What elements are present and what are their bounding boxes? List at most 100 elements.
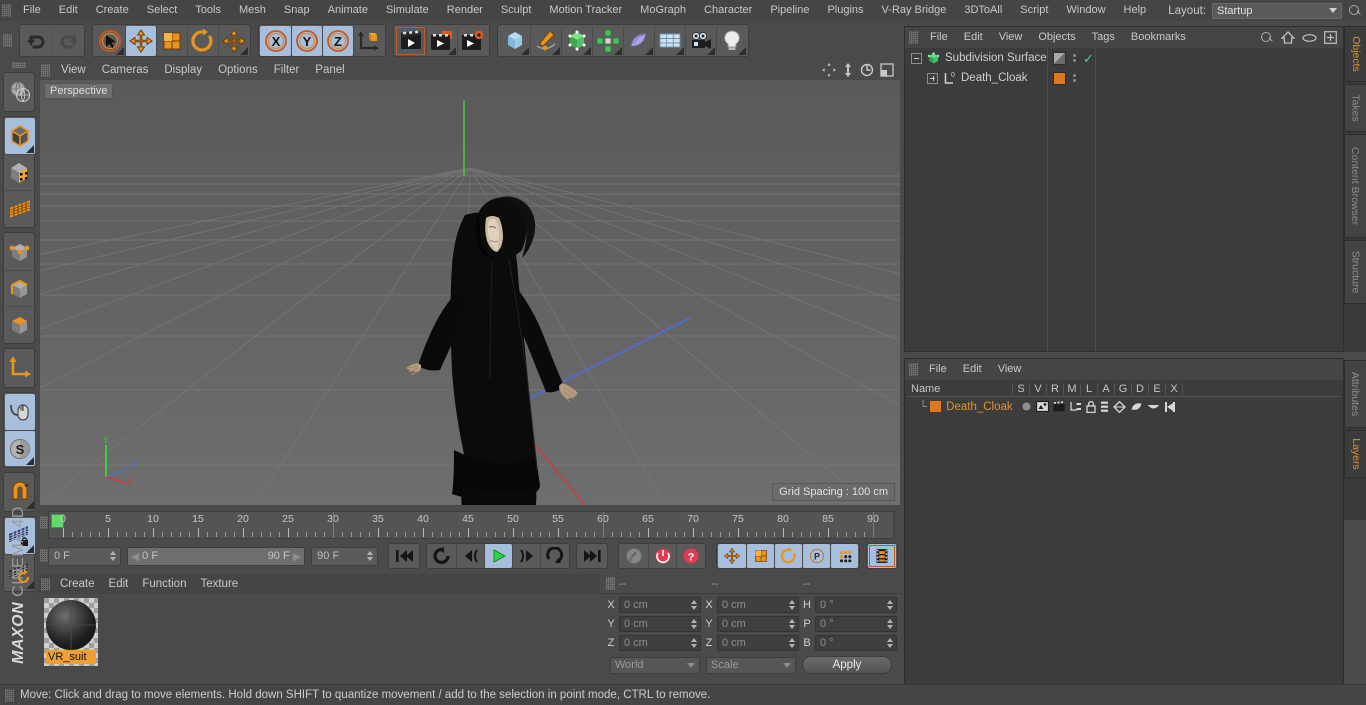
position-key-button[interactable] — [718, 544, 746, 568]
visible-icon[interactable] — [1035, 401, 1049, 412]
add-layer-icon[interactable] — [1324, 31, 1337, 44]
texture-mode-button[interactable] — [5, 154, 35, 190]
rotation-h-stepper[interactable] — [886, 599, 894, 612]
lock-y-axis[interactable]: Y — [291, 25, 322, 56]
xref-icon[interactable] — [1164, 401, 1176, 413]
rotate-view-icon[interactable] — [860, 63, 874, 77]
go-to-start-button[interactable] — [390, 544, 418, 568]
size-y-stepper[interactable] — [788, 618, 796, 631]
soft-selection-button[interactable]: S — [5, 430, 35, 466]
menu-item-3dtoall[interactable]: 3DToAll — [955, 0, 1011, 21]
add-array-object[interactable] — [592, 25, 623, 56]
play-backwards-button[interactable] — [428, 544, 456, 568]
position-x-stepper[interactable] — [690, 599, 698, 612]
render-picture-viewer-button[interactable] — [426, 25, 457, 56]
move-view-icon[interactable] — [822, 63, 836, 77]
add-deformer[interactable] — [623, 25, 654, 56]
timeline-mode-button[interactable] — [868, 544, 896, 568]
menu-item-plugins[interactable]: Plugins — [818, 0, 872, 21]
object-menu-file[interactable]: File — [923, 27, 955, 48]
lock-z-axis[interactable]: Z — [322, 25, 353, 56]
move-tool[interactable] — [125, 25, 156, 56]
solo-dot-icon[interactable] — [1021, 401, 1032, 412]
size-z-stepper[interactable] — [788, 637, 796, 650]
point-mode-button[interactable] — [5, 234, 35, 270]
expression-icon[interactable] — [1147, 402, 1160, 412]
rotation-b-stepper[interactable] — [886, 637, 894, 650]
move-extra-tool[interactable] — [218, 25, 249, 56]
rotate-tool[interactable] — [187, 25, 218, 56]
size-y-field[interactable]: 0 cm — [717, 616, 799, 632]
enable-snap-button[interactable] — [5, 394, 35, 430]
expander-plus-icon[interactable] — [927, 72, 938, 84]
expander-minus-icon[interactable] — [911, 52, 922, 64]
eye-icon[interactable] — [1302, 33, 1317, 43]
tab-layers[interactable]: Layers — [1344, 430, 1366, 478]
lock-icon[interactable] — [1085, 400, 1096, 413]
menu-item-pipeline[interactable]: Pipeline — [761, 0, 818, 21]
model-mode-button[interactable] — [5, 118, 35, 154]
layer-column-v[interactable]: V — [1030, 383, 1047, 395]
layer-column-r[interactable]: R — [1047, 383, 1064, 395]
param-key-button[interactable]: P — [802, 544, 830, 568]
coordinate-system-dropdown[interactable]: World — [610, 656, 700, 674]
timeline-ruler[interactable]: 051015202530354045505560657075808590 — [48, 511, 894, 539]
rotation-b-field[interactable]: 0 ° — [815, 635, 897, 651]
left-toolbar-gripper[interactable] — [12, 62, 26, 68]
menu-item-help[interactable]: Help — [1115, 0, 1156, 21]
layer-column-s[interactable]: S — [1013, 383, 1030, 395]
viewport-menu-display[interactable]: Display — [156, 60, 210, 80]
current-frame-stepper[interactable] — [109, 550, 117, 563]
live-selection-tool[interactable] — [94, 26, 125, 56]
viewport-menu-view[interactable]: View — [53, 60, 94, 80]
toolbar-gripper[interactable] — [3, 34, 12, 47]
scale-key-button[interactable] — [746, 544, 774, 568]
size-x-field[interactable]: 0 cm — [717, 597, 799, 613]
play-loop-button[interactable] — [540, 544, 568, 568]
object-menu-view[interactable]: View — [992, 27, 1030, 48]
step-forward-button[interactable] — [512, 544, 540, 568]
layer-column-m[interactable]: M — [1064, 383, 1081, 395]
position-x-field[interactable]: 0 cm — [619, 597, 701, 613]
menu-item-edit[interactable]: Edit — [50, 0, 87, 21]
preview-range-right-arrow[interactable]: ▶ — [293, 550, 301, 563]
preview-range-left-arrow[interactable]: ◀ — [131, 550, 139, 563]
layer-column-a[interactable]: A — [1098, 383, 1115, 395]
menu-item-window[interactable]: Window — [1057, 0, 1114, 21]
material-list[interactable]: VR_suit — [40, 594, 598, 682]
search-icon[interactable] — [1348, 4, 1362, 18]
point-level-animation-button[interactable] — [830, 544, 858, 568]
menu-item-create[interactable]: Create — [87, 0, 138, 21]
menu-item-motion-tracker[interactable]: Motion Tracker — [540, 0, 631, 21]
menu-item-mesh[interactable]: Mesh — [230, 0, 275, 21]
tab-attributes[interactable]: Attributes — [1344, 360, 1366, 428]
object-manager-gripper[interactable] — [909, 31, 918, 44]
redo-button[interactable] — [52, 25, 83, 56]
material-menu-edit[interactable]: Edit — [102, 573, 136, 595]
record-active-objects-button[interactable] — [620, 544, 648, 568]
object-visibility-dots[interactable] — [1073, 54, 1076, 62]
step-back-button[interactable] — [456, 544, 484, 568]
go-to-end-button[interactable] — [578, 544, 606, 568]
autokeying-button[interactable] — [648, 544, 676, 568]
size-z-field[interactable]: 0 cm — [717, 635, 799, 651]
rotation-key-button[interactable] — [774, 544, 802, 568]
3d-viewport[interactable]: Perspective Grid Spacing : 100 cm Y Z X — [40, 80, 900, 505]
tab-objects[interactable]: Objects — [1344, 26, 1366, 82]
undo-button[interactable] — [21, 26, 52, 56]
tab-takes[interactable]: Takes — [1344, 84, 1366, 132]
object-row-subdivision-surface[interactable]: Subdivision Surface ✓ — [905, 48, 1343, 68]
menu-gripper[interactable] — [2, 4, 11, 17]
render-icon[interactable] — [1053, 401, 1066, 412]
enabled-check-icon[interactable]: ✓ — [1083, 52, 1094, 65]
object-menu-objects[interactable]: Objects — [1031, 27, 1082, 48]
material-menu-function[interactable]: Function — [135, 573, 193, 595]
menu-item-vray-bridge[interactable]: V-Ray Bridge — [873, 0, 956, 21]
viewport-menu-cameras[interactable]: Cameras — [94, 60, 157, 80]
size-x-stepper[interactable] — [788, 599, 796, 612]
rotation-h-field[interactable]: 0 ° — [815, 597, 897, 613]
menu-item-select[interactable]: Select — [138, 0, 187, 21]
generator-icon[interactable] — [1112, 400, 1126, 413]
lock-x-axis[interactable]: X — [260, 25, 291, 56]
viewport-menu-options[interactable]: Options — [210, 60, 266, 80]
